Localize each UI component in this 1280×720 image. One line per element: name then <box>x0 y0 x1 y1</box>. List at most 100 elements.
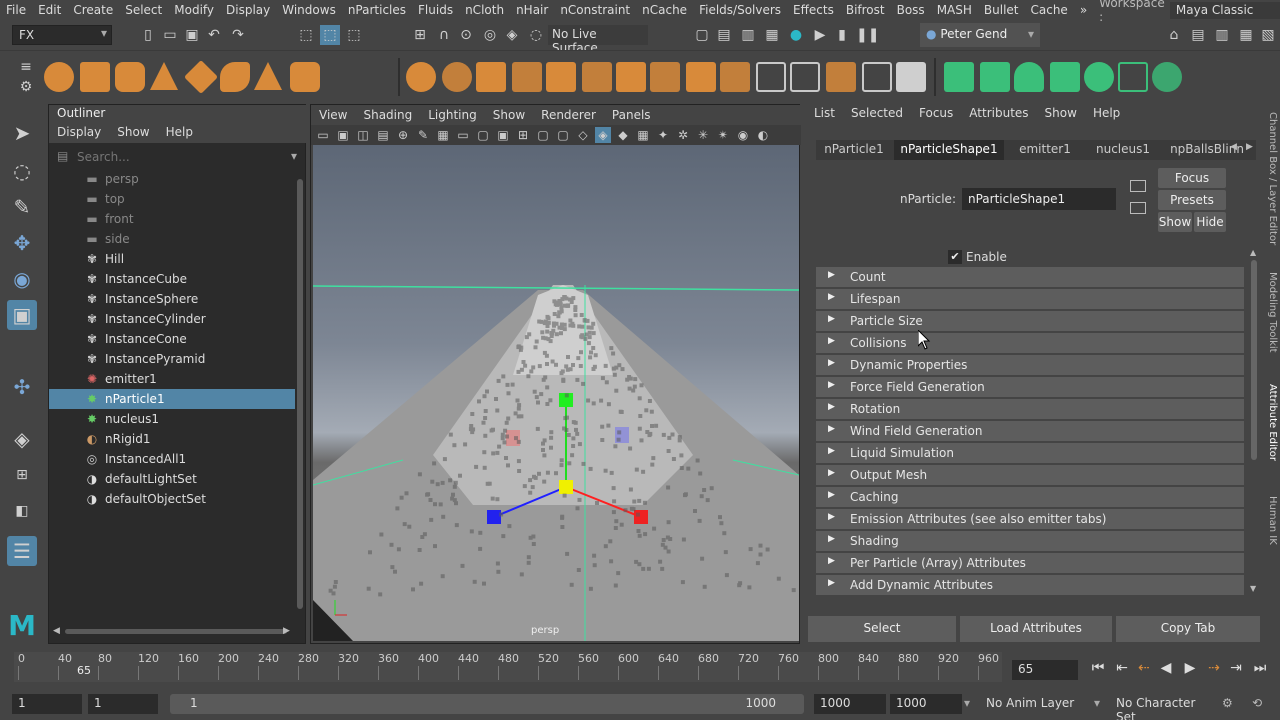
section-shading[interactable]: ▶ Shading <box>816 531 1244 551</box>
chevron-down-icon[interactable]: ▾ <box>964 696 970 710</box>
camera-attributes-icon[interactable]: ▣ <box>335 127 351 143</box>
toggle-channel-box-icon[interactable]: ▤ <box>1190 27 1206 43</box>
tab-scroll-left-icon[interactable]: ◀ <box>1230 142 1237 152</box>
nucleus-icon[interactable] <box>1152 62 1182 92</box>
use-all-lights-icon[interactable]: ✦ <box>655 127 671 143</box>
toggle-tool-settings-icon[interactable]: ▦ <box>1238 27 1254 43</box>
select-hierarchy-icon[interactable]: ⬚ <box>298 27 314 43</box>
scrollbar-thumb[interactable] <box>1251 260 1257 460</box>
outliner-item[interactable]: ▬ side <box>49 229 295 249</box>
tab-emitter1[interactable]: emitter1 <box>1008 140 1082 160</box>
ae-menu-list[interactable]: List <box>806 104 843 124</box>
ae-menu-attributes[interactable]: Attributes <box>961 104 1036 124</box>
menu-edit[interactable]: Edit <box>32 3 67 17</box>
ae-menu-focus[interactable]: Focus <box>911 104 961 124</box>
reset-transform-icon[interactable] <box>862 62 892 92</box>
bookmark-icon[interactable]: ◫ <box>355 127 371 143</box>
step-back-key-icon[interactable]: ⇤ <box>1112 658 1132 678</box>
outliner-menu-show[interactable]: Show <box>109 123 157 143</box>
section-per-particle-array-attributes[interactable]: ▶ Per Particle (Array) Attributes <box>816 553 1244 573</box>
menu-boss[interactable]: Boss <box>891 3 931 17</box>
playblast-icon[interactable]: ▶ <box>812 27 828 43</box>
outliner-layout-icon[interactable]: ☰ <box>7 536 37 566</box>
ae-menu-selected[interactable]: Selected <box>843 104 911 124</box>
open-scene-icon[interactable]: ▭ <box>162 27 178 43</box>
viewport-menu-panels[interactable]: Panels <box>604 105 659 125</box>
nconstraint-icon[interactable] <box>1050 62 1080 92</box>
outliner-item[interactable]: ✸ nucleus1 <box>49 409 295 429</box>
cone-icon[interactable] <box>150 62 178 90</box>
pause-icon[interactable]: ❚❚ <box>856 27 879 43</box>
user-account-button[interactable]: ● Peter Gend ▾ <box>920 23 1040 47</box>
select-tool-icon[interactable]: ➤ <box>7 118 37 148</box>
tab-npballsblinn[interactable]: npBallsBlinn <box>1164 140 1250 160</box>
render-view-icon[interactable]: ▢ <box>694 27 710 43</box>
plane-icon[interactable] <box>184 60 218 94</box>
section-dynamic-properties[interactable]: ▶ Dynamic Properties <box>816 355 1244 375</box>
step-back-frame-icon[interactable]: ⇠ <box>1134 658 1154 678</box>
select-component-icon[interactable]: ⬚ <box>346 27 362 43</box>
anti-aliasing-icon[interactable]: ✴ <box>715 127 731 143</box>
presets-button[interactable]: Presets <box>1158 190 1226 210</box>
ipr-render-icon[interactable]: ▥ <box>740 27 756 43</box>
outliner-item[interactable]: ▬ persp <box>49 169 295 189</box>
tab-nparticleshape1[interactable]: nParticleShape1 <box>894 140 1004 160</box>
new-scene-icon[interactable]: ▯ <box>140 27 156 43</box>
isolate-select-icon[interactable]: ◉ <box>735 127 751 143</box>
ae-menu-help[interactable]: Help <box>1085 104 1128 124</box>
viewport-menu-show[interactable]: Show <box>485 105 533 125</box>
sphere-icon[interactable] <box>44 62 74 92</box>
two-pane-layout-icon[interactable]: ◧ <box>7 496 37 526</box>
poly-extract-icon[interactable] <box>476 62 506 92</box>
poly-smooth-icon[interactable] <box>512 62 542 92</box>
animation-end-field[interactable]: 1000 <box>890 694 962 714</box>
horizontal-scrollbar[interactable] <box>65 629 287 634</box>
rotate-tool-icon[interactable]: ◉ <box>7 264 37 294</box>
pyramid-icon[interactable] <box>254 62 282 90</box>
toggle-attribute-editor-icon[interactable]: ▥ <box>1214 27 1230 43</box>
menu-nparticles[interactable]: nParticles <box>342 3 412 17</box>
select-button[interactable]: Select <box>808 616 956 642</box>
section-wind-field-generation[interactable]: ▶ Wind Field Generation <box>816 421 1244 441</box>
section-caching[interactable]: ▶ Caching <box>816 487 1244 507</box>
viewport-menu-shading[interactable]: Shading <box>355 105 420 125</box>
go-to-start-icon[interactable]: ⏮ <box>1088 658 1108 678</box>
outliner-item[interactable]: ✾ InstanceSphere <box>49 289 295 309</box>
hide-button[interactable]: Hide <box>1194 212 1226 232</box>
edge-loop-icon[interactable] <box>720 62 750 92</box>
poly-boolean-icon[interactable] <box>546 62 576 92</box>
uv-editor-icon[interactable] <box>896 62 926 92</box>
grease-pencil-icon[interactable]: ✎ <box>415 127 431 143</box>
single-perspective-layout-icon[interactable]: ◈ <box>7 424 37 454</box>
extrude-icon[interactable] <box>582 62 612 92</box>
section-particle-size[interactable]: ▶ Particle Size <box>816 311 1244 331</box>
menu-fields-solvers[interactable]: Fields/Solvers <box>693 3 787 17</box>
shadows-icon[interactable]: ✲ <box>675 127 691 143</box>
outliner-menu-help[interactable]: Help <box>158 123 201 143</box>
pipe-icon[interactable] <box>290 62 320 92</box>
section-add-dynamic-attributes[interactable]: ▶ Add Dynamic Attributes <box>816 575 1244 595</box>
grid-icon[interactable]: ▦ <box>435 127 451 143</box>
go-to-end-icon[interactable]: ⏭ <box>1250 658 1270 678</box>
menu-modify[interactable]: Modify <box>168 3 220 17</box>
select-object-icon[interactable]: ⬚ <box>320 25 340 45</box>
gate-mask-icon[interactable]: ▣ <box>495 127 511 143</box>
bridge-icon[interactable] <box>616 62 646 92</box>
focus-button[interactable]: Focus <box>1158 168 1226 188</box>
sign-in-icon[interactable]: ⌂ <box>1166 27 1182 43</box>
section-force-field-generation[interactable]: ▶ Force Field Generation <box>816 377 1244 397</box>
menu-fluids[interactable]: Fluids <box>412 3 459 17</box>
menu-file[interactable]: File <box>0 3 32 17</box>
workspace-selector[interactable]: Maya Classic <box>1169 1 1280 19</box>
outliner-item[interactable]: ◐ nRigid1 <box>49 429 295 449</box>
safe-action-icon[interactable]: ▢ <box>535 127 551 143</box>
select-camera-icon[interactable]: ▭ <box>315 127 331 143</box>
outliner-item[interactable]: ◎ InstancedAll1 <box>49 449 295 469</box>
smooth-shade-all-icon[interactable]: ◈ <box>595 127 611 143</box>
outliner-item[interactable]: ✾ Hill <box>49 249 295 269</box>
node-name-field[interactable] <box>962 188 1116 210</box>
outliner-item[interactable]: ◑ defaultObjectSet <box>49 489 295 509</box>
film-gate-icon[interactable]: ▭ <box>455 127 471 143</box>
toggle-outliner-icon[interactable]: ▧ <box>1260 27 1276 43</box>
go-to-input-icon[interactable] <box>1130 180 1146 192</box>
